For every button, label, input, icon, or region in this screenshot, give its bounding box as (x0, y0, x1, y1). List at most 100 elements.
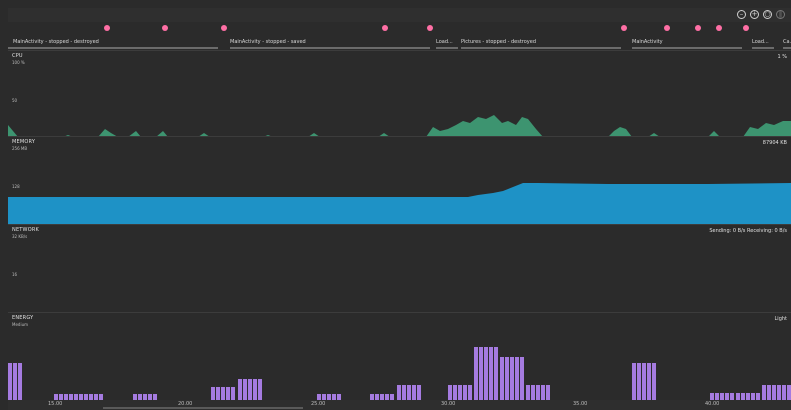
energy-bar (541, 385, 545, 401)
event-marker-icon[interactable] (162, 25, 168, 31)
energy-bar (474, 347, 478, 401)
energy-bar (243, 379, 247, 401)
energy-bar (767, 385, 771, 401)
profiler-window: – + ○ ‖ MainActivity - stopped - destroy… (8, 8, 791, 410)
energy-bar (642, 363, 646, 401)
cpu-chart (8, 115, 791, 137)
energy-bar (520, 357, 524, 401)
energy-chart (8, 347, 791, 401)
energy-bar (531, 385, 535, 401)
energy-bar (536, 385, 540, 401)
energy-bar (226, 387, 230, 401)
energy-bar (647, 363, 651, 401)
energy-bar (500, 357, 504, 401)
energy-bar (453, 385, 457, 401)
activity-span[interactable] (230, 47, 430, 49)
network-mid-tick: 16 (12, 272, 18, 277)
energy-bar (782, 385, 786, 401)
energy-bar (258, 379, 262, 401)
network-section[interactable]: NETWORK 32 KB/s 16 Sending: 0 B/s Receiv… (8, 224, 791, 313)
activity-span[interactable] (752, 47, 774, 49)
energy-bar (216, 387, 220, 401)
activity-span[interactable] (632, 47, 742, 49)
timeline-tick-label: 30.00 (441, 401, 456, 407)
energy-bar (211, 387, 215, 401)
event-marker-icon[interactable] (104, 25, 110, 31)
activity-span[interactable] (783, 47, 791, 49)
energy-bar (253, 379, 257, 401)
energy-bar (231, 387, 235, 401)
event-label[interactable]: MainActivity - stopped - destroyed (13, 39, 99, 45)
energy-bar (489, 347, 493, 401)
energy-bar (13, 363, 17, 401)
energy-bar (772, 385, 776, 401)
energy-bar (248, 379, 252, 401)
event-label[interactable]: Load... (752, 39, 769, 45)
event-label[interactable]: Load... (436, 39, 453, 45)
energy-bar (637, 363, 641, 401)
energy-bar (407, 385, 411, 401)
window-controls: – + ○ ‖ (737, 10, 785, 19)
energy-section[interactable]: ENERGY Medium Light (8, 312, 791, 401)
energy-bar (468, 385, 472, 401)
energy-bar (463, 385, 467, 401)
cpu-section[interactable]: CPU 100 % 50 1 % (8, 50, 791, 137)
network-current: Sending: 0 B/s Receiving: 0 B/s (709, 228, 787, 234)
event-marker-icon[interactable] (664, 25, 670, 31)
zoom-out-icon[interactable]: – (737, 10, 746, 19)
energy-bar (479, 347, 483, 401)
timeline-scrollbar[interactable] (103, 407, 303, 409)
energy-bar (546, 385, 550, 401)
network-title: NETWORK (12, 227, 39, 233)
energy-bar (412, 385, 416, 401)
timeline-tick-label: 35.00 (573, 401, 588, 407)
event-marker-icon[interactable] (382, 25, 388, 31)
event-marker-icon[interactable] (743, 25, 749, 31)
timeline-tick-label: 25.00 (311, 401, 326, 407)
event-marker-icon[interactable] (427, 25, 433, 31)
event-marker-icon[interactable] (621, 25, 627, 31)
energy-bar (787, 385, 791, 401)
title-bar: – + ○ ‖ (8, 8, 791, 22)
energy-bar (510, 357, 514, 401)
network-scale: 32 KB/s (12, 234, 28, 239)
energy-bar (484, 347, 488, 401)
energy-bar (448, 385, 452, 401)
activity-events-track[interactable]: MainActivity - stopped - destroyed MainAc… (8, 22, 791, 50)
energy-bar (417, 385, 421, 401)
energy-bar (221, 387, 225, 401)
energy-bar (494, 347, 498, 401)
zoom-in-icon[interactable]: + (750, 10, 759, 19)
pause-icon[interactable]: ‖ (776, 10, 785, 19)
energy-bar (8, 363, 12, 401)
memory-chart (8, 183, 791, 225)
energy-bar (238, 379, 242, 401)
event-label[interactable]: MainActivity - stopped - saved (230, 39, 306, 45)
activity-span[interactable] (461, 47, 621, 49)
timeline-tick-label: 40.00 (705, 401, 720, 407)
event-marker-icon[interactable] (221, 25, 227, 31)
energy-bar (458, 385, 462, 401)
timeline-tick-label: 20.00 (178, 401, 193, 407)
event-label[interactable]: Pictures - stopped - destroyed (461, 39, 536, 45)
memory-section[interactable]: MEMORY 256 MB 128 87904 KB (8, 136, 791, 225)
activity-span[interactable] (8, 47, 218, 49)
event-label[interactable]: Ca... (783, 39, 791, 45)
energy-bar (526, 385, 530, 401)
energy-bar (402, 385, 406, 401)
energy-bar (762, 385, 766, 401)
event-label[interactable]: MainActivity (632, 39, 663, 45)
event-marker-icon[interactable] (695, 25, 701, 31)
timeline-axis[interactable]: 15.00 20.00 25.00 30.00 35.00 40.00 (8, 400, 791, 410)
energy-bar (397, 385, 401, 401)
energy-bar (632, 363, 636, 401)
reset-zoom-icon[interactable]: ○ (763, 10, 772, 19)
energy-bar (18, 363, 22, 401)
event-marker-icon[interactable] (716, 25, 722, 31)
activity-span[interactable] (436, 47, 458, 49)
energy-bar (505, 357, 509, 401)
energy-bar (515, 357, 519, 401)
energy-bar (652, 363, 656, 401)
energy-bar (777, 385, 781, 401)
timeline-tick-label: 15.00 (48, 401, 63, 407)
